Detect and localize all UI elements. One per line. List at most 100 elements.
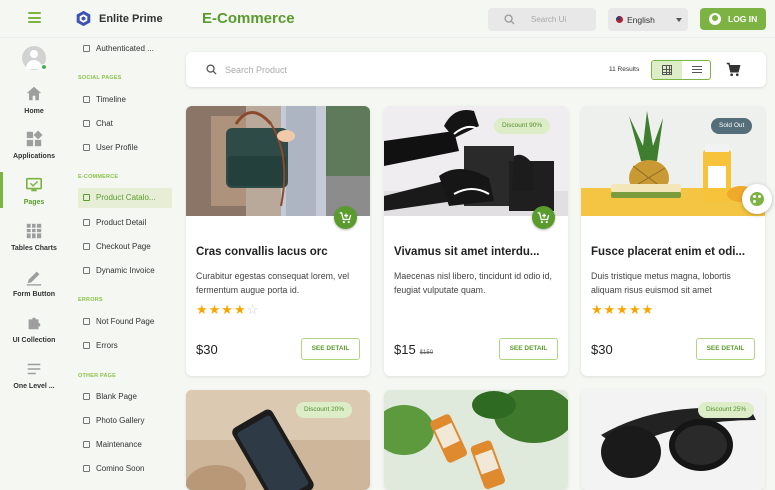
brand-logo-icon (76, 10, 91, 27)
grid-icon (662, 65, 672, 75)
brand-name: Enlite Prime (99, 13, 163, 25)
product-card[interactable]: Discount 25% (581, 390, 765, 490)
submenu-item-photo-gallery[interactable]: Photo Gallery (78, 411, 172, 431)
submenu-item-label: Errors (96, 341, 118, 350)
chevron-down-icon (676, 18, 682, 22)
product-card[interactable]: Cras convallis lacus orc Curabitur egest… (186, 106, 370, 376)
palette-icon (750, 192, 764, 206)
list-icon (692, 66, 702, 74)
rail-item-home[interactable]: Home (0, 85, 68, 115)
home-icon (26, 86, 42, 101)
submenu-item-chat[interactable]: Chat (78, 114, 172, 134)
submenu-item-coming-soon[interactable]: Comino Soon (78, 459, 172, 479)
photo-icon (83, 417, 90, 424)
discount-badge: Discount 25% (698, 402, 755, 418)
submenu-item-blank-page[interactable]: Blank Page (78, 387, 172, 407)
submenu-item-authenticated[interactable]: Authenticated ... (78, 39, 172, 59)
product-rating: ★★★★★ (591, 302, 654, 318)
theme-palette-button[interactable] (742, 184, 772, 214)
submenu-item-invoice[interactable]: Dynamic Invoice (78, 261, 172, 281)
submenu-item-label: Product Detail (96, 218, 147, 227)
product-search-input[interactable]: Search Product (225, 65, 287, 75)
global-search-placeholder: Search Ui (531, 15, 567, 24)
avatar[interactable] (22, 46, 47, 70)
menu-icon[interactable] (28, 12, 41, 23)
rail-item-form-button[interactable]: Form Button (0, 268, 68, 298)
invoice-icon (83, 267, 90, 274)
page-title: E-Commerce (202, 10, 295, 27)
submenu-item-product-detail[interactable]: Product Detail (78, 213, 172, 233)
rail-label: Applications (12, 153, 55, 160)
grid-view-button[interactable] (652, 61, 682, 79)
product-rating: ★★★★☆ (196, 302, 259, 318)
see-detail-button[interactable]: SEE DETAIL (499, 338, 558, 360)
submenu-item-label: Timeline (96, 95, 126, 104)
product-card[interactable]: Discount 90% Vivamus sit amet interdu...… (384, 106, 568, 376)
cart-icon[interactable] (726, 62, 741, 77)
rail-item-one-level[interactable]: One Level ... (0, 360, 68, 390)
submenu-item-product-catalog[interactable]: Product Catalo... (78, 188, 172, 208)
product-image (186, 106, 370, 216)
submenu-item-label: Dynamic Invoice (96, 266, 155, 275)
product-card[interactable]: Discount 20% (186, 390, 370, 490)
submenu-item-user-profile[interactable]: User Profile (78, 138, 172, 158)
product-name[interactable]: Vivamus sit amet interdu... (394, 246, 560, 258)
product-card[interactable] (384, 390, 568, 490)
submenu-item-label: Maintenance (96, 440, 142, 449)
submenu-item-label: Comino Soon (96, 464, 145, 473)
submenu-section-title: ERRORS (78, 297, 103, 303)
add-to-cart-button[interactable] (334, 206, 357, 229)
cart-icon (83, 194, 90, 201)
rail-item-ui-collection[interactable]: UI Collection (0, 314, 68, 344)
rail-item-tables-charts[interactable]: Tables Charts (0, 222, 68, 252)
submenu-item-errors[interactable]: Errors (78, 336, 172, 356)
submenu-section-title: OTHER PAGE (78, 373, 116, 379)
submenu-item-label: Chat (96, 119, 113, 128)
rail-label: Pages (23, 199, 45, 206)
product-card[interactable]: Sold Out Fusce placerat enim et odi... D… (581, 106, 765, 376)
rail-item-pages[interactable]: Pages (0, 172, 68, 208)
submenu-item-label: Not Found Page (96, 317, 155, 326)
link-icon (83, 465, 90, 472)
star-icon: ★★★★★ (591, 302, 655, 317)
add-cart-icon (537, 212, 550, 224)
submenu-item-label: User Profile (96, 143, 138, 152)
submenu-item-label: Photo Gallery (96, 416, 145, 425)
product-price: $30 (591, 342, 613, 357)
product-toolbar: Search Product 11 Results (186, 52, 766, 87)
login-label: LOG IN (728, 14, 758, 24)
discount-badge: Discount 20% (296, 402, 353, 418)
see-detail-button[interactable]: SEE DETAIL (301, 338, 360, 360)
timeline-icon (83, 96, 90, 103)
flag-icon (616, 16, 623, 23)
product-name[interactable]: Cras convallis lacus orc (196, 246, 362, 258)
submenu-item-not-found[interactable]: Not Found Page (78, 312, 172, 332)
table-icon (26, 223, 42, 239)
submenu-item-maintenance[interactable]: Maintenance (78, 435, 172, 455)
submenu-item-timeline[interactable]: Timeline (78, 90, 172, 110)
product-description: Maecenas nisl libero, tincidunt id odio … (394, 271, 552, 295)
product-price: $15 $150 (394, 342, 433, 357)
view-switcher (651, 60, 711, 80)
add-to-cart-button[interactable] (532, 206, 555, 229)
account-icon (709, 13, 721, 25)
basket-icon (83, 243, 90, 250)
submenu-item-label: Authenticated ... (96, 44, 154, 53)
rail-item-applications[interactable]: Applications (0, 130, 68, 160)
submenu-item-checkout[interactable]: Checkout Page (78, 237, 172, 257)
blank-page-icon (83, 393, 90, 400)
product-description: Curabitur egestas consequat lorem, vel f… (196, 271, 350, 295)
list-view-button[interactable] (682, 61, 710, 79)
see-detail-button[interactable]: SEE DETAIL (696, 338, 755, 360)
product-image (384, 390, 568, 490)
language-select[interactable]: English (608, 8, 688, 31)
global-search-input[interactable]: Search Ui (488, 8, 596, 31)
submenu-item-label: Product Catalo... (96, 193, 156, 202)
top-bar: Enlite Prime E-Commerce Search Ui Englis… (0, 0, 775, 38)
submenu-section-title: SOCIAL PAGES (78, 75, 122, 81)
error-icon (83, 342, 90, 349)
lock-icon (83, 45, 90, 52)
rail-label: Tables Charts (11, 245, 57, 252)
login-button[interactable]: LOG IN (700, 8, 766, 30)
product-name[interactable]: Fusce placerat enim et odi... (591, 246, 757, 258)
